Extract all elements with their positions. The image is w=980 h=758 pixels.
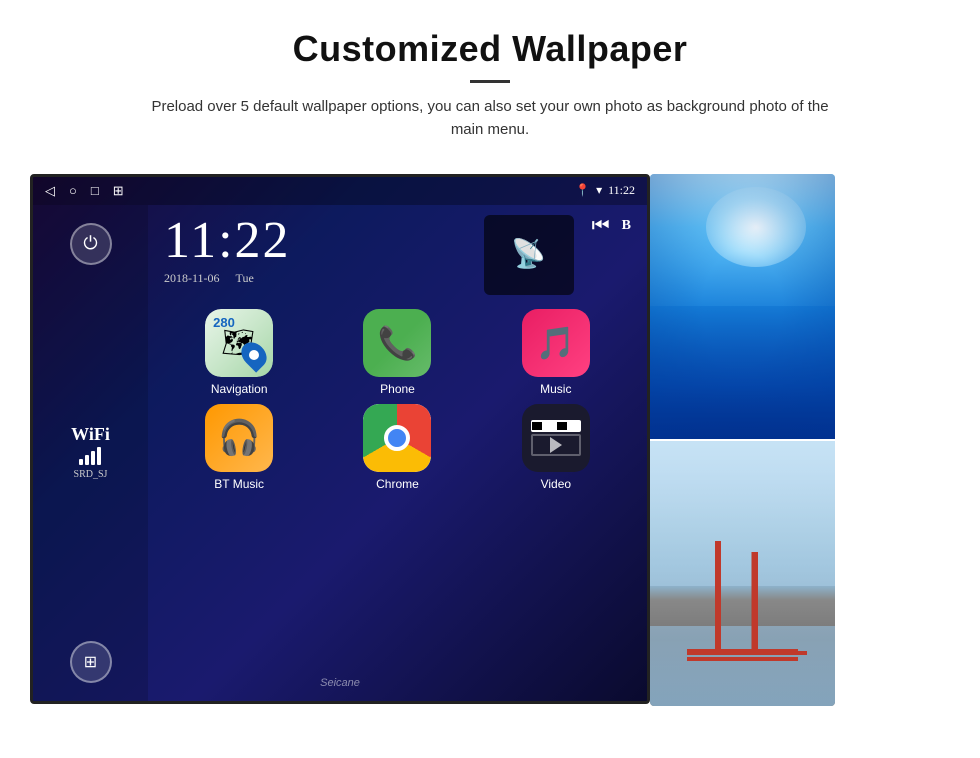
btmusic-icon: 🎧 <box>205 404 273 472</box>
clock-widget: 11:22 2018-11-06 Tue 📡 ⏮ B <box>156 205 639 303</box>
screenshot-icon[interactable]: ⊞ <box>113 183 124 199</box>
chrome-label: Chrome <box>376 477 419 491</box>
clock-date-value: 2018-11-06 <box>164 271 220 286</box>
navigation-icon: 280 <box>205 309 273 377</box>
clock-time-block: 11:22 2018-11-06 Tue <box>164 215 474 286</box>
wallpaper-previews <box>650 174 835 706</box>
title-divider <box>470 80 510 83</box>
status-bar: ◁ ○ □ ⊞ 📍 ▾ 11:22 <box>33 177 647 205</box>
power-button[interactable]: ⏻ <box>70 223 112 265</box>
wifi-signal-icon: ▾ <box>596 183 602 198</box>
prev-track-icon[interactable]: ⏮ <box>592 215 610 238</box>
power-icon: ⏻ <box>83 233 97 254</box>
music-icon: 🎵 <box>522 309 590 377</box>
nav-icons: ◁ ○ □ ⊞ <box>45 183 124 199</box>
clock-display: 11:22 <box>164 215 474 267</box>
screen-body: ⏻ WiFi SRD_SJ ⊞ <box>33 205 647 701</box>
wifi-widget: WiFi SRD_SJ <box>71 425 110 480</box>
app-item-phone[interactable]: 📞 Phone <box>322 309 472 396</box>
bluetooth-label: B <box>622 218 631 234</box>
app-item-btmusic[interactable]: 🎧 BT Music <box>164 404 314 491</box>
ice-cave-graphic <box>650 174 835 439</box>
left-sidebar: ⏻ WiFi SRD_SJ ⊞ <box>33 205 148 701</box>
watermark: Seicane <box>320 677 360 689</box>
back-icon[interactable]: ◁ <box>45 183 55 199</box>
app-item-video[interactable]: Video <box>481 404 631 491</box>
app-area: 11:22 2018-11-06 Tue 📡 ⏮ B <box>148 205 647 701</box>
carsetting-overlay <box>795 646 980 706</box>
wifi-bar-1 <box>79 459 83 465</box>
chrome-icon <box>363 404 431 472</box>
wifi-bar-4 <box>97 447 101 465</box>
media-controls: ⏮ B <box>592 215 631 238</box>
status-right: 📍 ▾ 11:22 <box>575 183 635 198</box>
apps-drawer-button[interactable]: ⊞ <box>70 641 112 683</box>
media-widget[interactable]: 📡 <box>484 215 574 295</box>
clock-date: 2018-11-06 Tue <box>164 271 474 286</box>
recents-icon[interactable]: □ <box>91 183 99 199</box>
phone-screen: ◁ ○ □ ⊞ 📍 ▾ 11:22 ⏻ WiFi <box>30 174 650 704</box>
app-grid: 280 Navigation 📞 Phone <box>156 303 639 499</box>
wifi-bars <box>71 447 110 465</box>
page-title: Customized Wallpaper <box>60 28 920 70</box>
btmusic-label: BT Music <box>214 477 264 491</box>
status-time: 11:22 <box>608 183 635 198</box>
clock-day-value: Tue <box>236 271 254 286</box>
main-content: ◁ ○ □ ⊞ 📍 ▾ 11:22 ⏻ WiFi <box>0 156 980 706</box>
phone-label: Phone <box>380 382 415 396</box>
navigation-label: Navigation <box>211 382 268 396</box>
nav-map-graphic: 280 <box>205 309 273 377</box>
page-description: Preload over 5 default wallpaper options… <box>150 95 830 142</box>
phone-icon: 📞 <box>363 309 431 377</box>
wifi-bar-2 <box>85 455 89 465</box>
app-item-music[interactable]: 🎵 Music <box>481 309 631 396</box>
video-label: Video <box>541 477 571 491</box>
location-icon: 📍 <box>575 183 590 198</box>
page-header: Customized Wallpaper Preload over 5 defa… <box>0 0 980 156</box>
wifi-bar-3 <box>91 451 95 465</box>
video-icon <box>522 404 590 472</box>
home-icon[interactable]: ○ <box>69 183 77 199</box>
wallpaper-preview-ice <box>650 174 835 439</box>
wifi-label: WiFi <box>71 425 110 443</box>
music-label: Music <box>540 382 571 396</box>
app-item-navigation[interactable]: 280 Navigation <box>164 309 314 396</box>
bluetooth-symbol: 🎧 <box>218 418 260 458</box>
apps-grid-icon: ⊞ <box>84 652 97 672</box>
wifi-ssid: SRD_SJ <box>71 469 110 480</box>
app-item-chrome[interactable]: Chrome <box>322 404 472 491</box>
